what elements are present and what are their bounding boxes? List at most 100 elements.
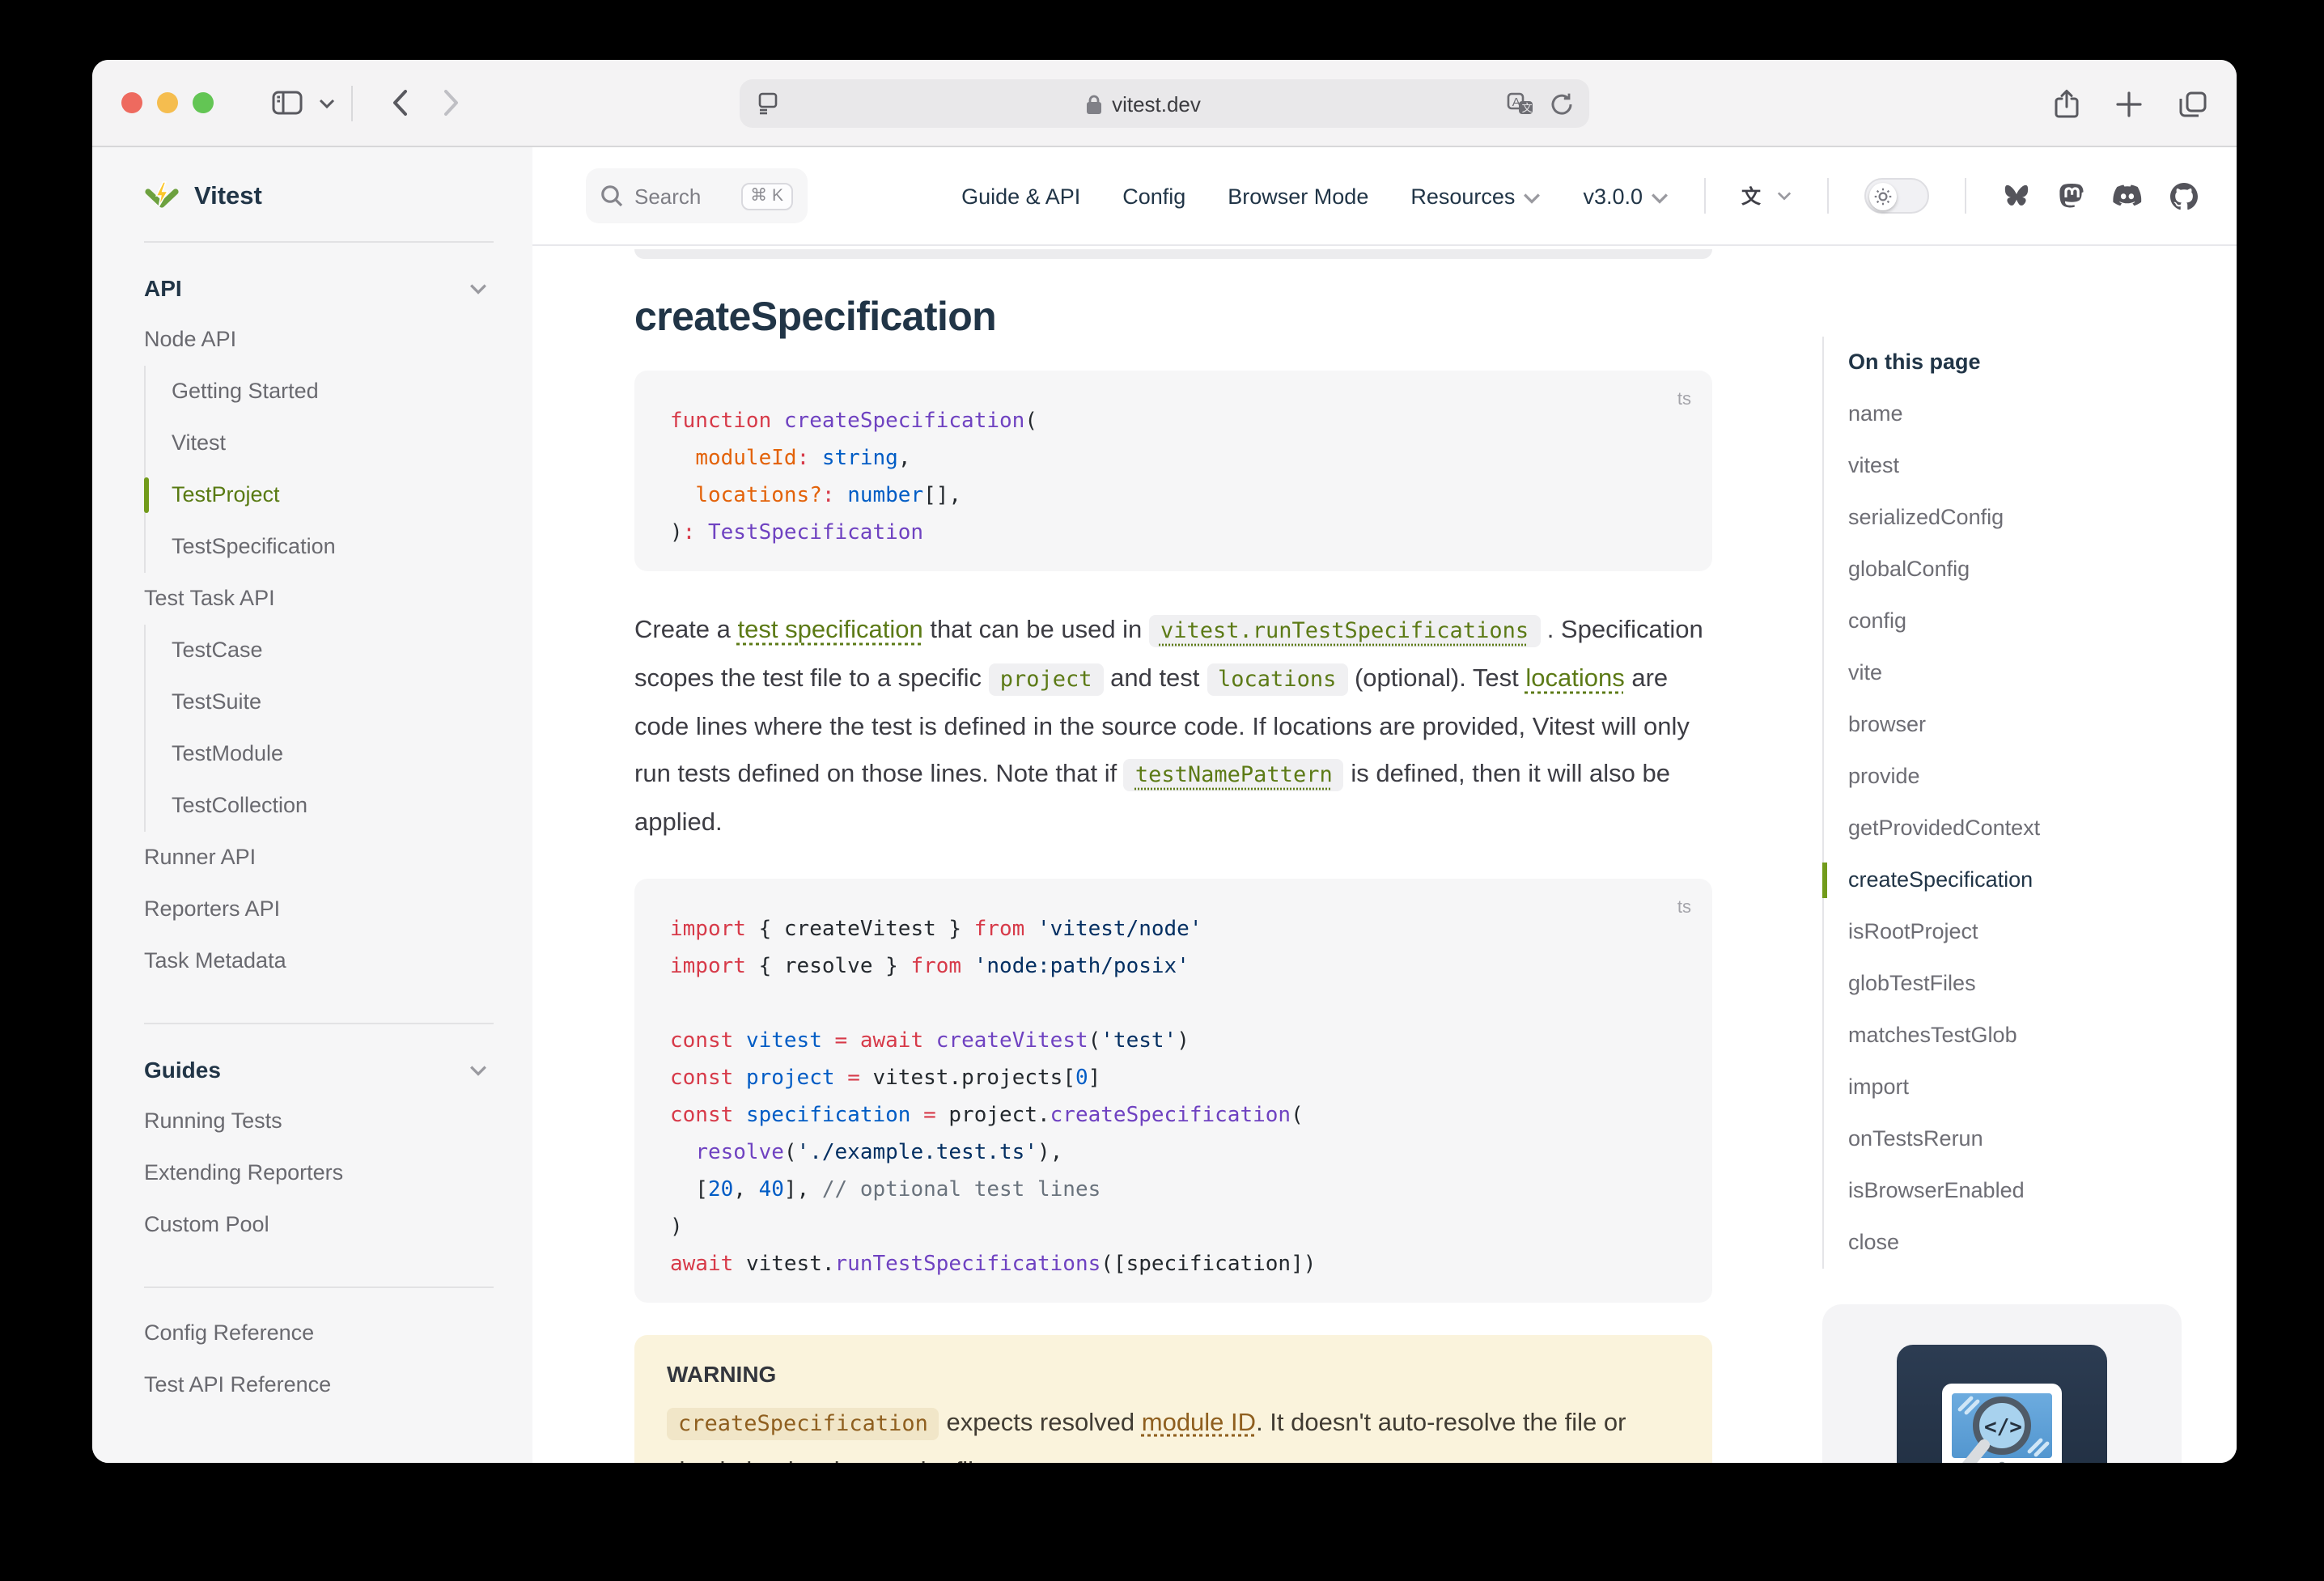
sidebar-item-test-api-reference[interactable]: Test API Reference bbox=[144, 1359, 494, 1411]
link-locations[interactable]: locations bbox=[1525, 665, 1624, 693]
sidebar-item-vitest[interactable]: Vitest bbox=[172, 418, 494, 469]
code-line: import { resolve } from 'node:path/posix… bbox=[670, 948, 1677, 985]
sidebar-item-running-tests[interactable]: Running Tests bbox=[144, 1096, 494, 1147]
sponsor-card[interactable]: </> bbox=[1822, 1304, 2182, 1463]
sidebar-section: API Node APIGetting StartedVitestTestProj… bbox=[144, 243, 494, 987]
sun-icon bbox=[1868, 182, 1896, 210]
toc-item-ontestsrerun[interactable]: onTestsRerun bbox=[1848, 1113, 2227, 1165]
search-shortcut-kbd: ⌘ K bbox=[740, 182, 793, 210]
nav-link-resources[interactable]: Resources bbox=[1410, 184, 1541, 208]
code-line: const project = vitest.projects[0] bbox=[670, 1060, 1677, 1097]
nav-link-v3-0-0[interactable]: v3.0.0 bbox=[1583, 184, 1669, 208]
sidebar-toggle-icon[interactable] bbox=[272, 91, 303, 115]
minimize-window-button[interactable] bbox=[157, 92, 178, 113]
toc-item-close[interactable]: close bbox=[1848, 1217, 2227, 1269]
nav-link-config[interactable]: Config bbox=[1122, 184, 1185, 208]
toc-item-isbrowserenabled[interactable]: isBrowserEnabled bbox=[1848, 1165, 2227, 1217]
toc-item-vite[interactable]: vite bbox=[1848, 647, 2227, 699]
code-block-example[interactable]: ts import { createVitest } from 'vitest/… bbox=[634, 879, 1712, 1303]
code-line: moduleId: string, bbox=[670, 440, 1677, 477]
chevron-down-icon bbox=[469, 1064, 487, 1075]
page-title: createSpecification bbox=[634, 295, 1712, 341]
tab-overview-icon[interactable] bbox=[2178, 90, 2207, 117]
code-block-signature[interactable]: ts function createSpecification( moduleI… bbox=[634, 371, 1712, 571]
close-window-button[interactable] bbox=[121, 92, 142, 113]
sidebar-section-header-guides[interactable]: Guides bbox=[144, 1044, 494, 1096]
translations-icon[interactable]: 文 bbox=[1741, 183, 1792, 209]
sidebar-item-testcase[interactable]: TestCase bbox=[172, 625, 494, 676]
code-lines: function createSpecification( moduleId: … bbox=[670, 403, 1677, 552]
toc-item-globtestfiles[interactable]: globTestFiles bbox=[1848, 958, 2227, 1010]
toc-item-browser[interactable]: browser bbox=[1848, 699, 2227, 751]
code-line: const specification = project.createSpec… bbox=[670, 1097, 1677, 1134]
new-tab-icon[interactable] bbox=[2115, 90, 2143, 117]
chevron-down-icon[interactable] bbox=[319, 98, 335, 108]
toc-item-matchestestglob[interactable]: matchesTestGlob bbox=[1848, 1010, 2227, 1062]
vitest-logo-icon bbox=[144, 180, 180, 215]
toc-item-createspecification[interactable]: createSpecification bbox=[1848, 854, 2227, 906]
refresh-icon[interactable] bbox=[1550, 91, 1573, 116]
code-link-vitest-runtestspecifications[interactable]: vitest.runTestSpecifications bbox=[1149, 617, 1540, 644]
browser-chrome: vitest.dev A 文 bbox=[92, 60, 2237, 147]
toc-item-getprovidedcontext[interactable]: getProvidedContext bbox=[1848, 803, 2227, 854]
toc-item-isrootproject[interactable]: isRootProject bbox=[1848, 906, 2227, 958]
discord-icon[interactable] bbox=[2112, 184, 2143, 208]
chevron-down-icon bbox=[1651, 190, 1669, 203]
code-line: locations?: number[], bbox=[670, 477, 1677, 515]
share-icon[interactable] bbox=[2054, 88, 2080, 119]
toc-item-vitest[interactable]: vitest bbox=[1848, 440, 2227, 492]
sidebar-item-custom-pool[interactable]: Custom Pool bbox=[144, 1199, 494, 1251]
toc-item-name[interactable]: name bbox=[1848, 388, 2227, 440]
sidebar-item-node-api[interactable]: Node API bbox=[144, 314, 494, 366]
social-links bbox=[2002, 182, 2198, 210]
sidebar-section-label: API bbox=[144, 275, 182, 301]
inline-code-locations: locations bbox=[1207, 663, 1347, 696]
code-line: import { createVitest } from 'vitest/nod… bbox=[670, 911, 1677, 948]
link-test-specification[interactable]: test specification bbox=[738, 617, 923, 644]
reader-view-icon[interactable] bbox=[756, 92, 780, 115]
toc-item-provide[interactable]: provide bbox=[1848, 751, 2227, 803]
nav-links: Guide & API Config Browser Mode Resources v3… bbox=[961, 184, 1669, 208]
sidebar-item-task-metadata[interactable]: Task Metadata bbox=[144, 935, 494, 987]
zoom-window-button[interactable] bbox=[193, 92, 214, 113]
toc-item-serializedconfig[interactable]: serializedConfig bbox=[1848, 492, 2227, 544]
forward-button[interactable] bbox=[443, 89, 460, 117]
code-line: ) bbox=[670, 1209, 1677, 1246]
warning-link-module-id[interactable]: module ID bbox=[1142, 1409, 1256, 1437]
translate-page-icon[interactable]: A 文 bbox=[1507, 91, 1534, 116]
sidebar-item-runner-api[interactable]: Runner API bbox=[144, 832, 494, 884]
theme-toggle[interactable] bbox=[1864, 178, 1929, 214]
sidebar-item-test-task-api[interactable]: Test Task API bbox=[144, 573, 494, 625]
sidebar-item-testspecification[interactable]: TestSpecification bbox=[172, 521, 494, 573]
site-logo[interactable]: Vitest bbox=[144, 176, 494, 218]
back-button[interactable] bbox=[392, 89, 408, 117]
nav-link-browser-mode[interactable]: Browser Mode bbox=[1228, 184, 1368, 208]
toc-item-config[interactable]: config bbox=[1848, 596, 2227, 647]
toc-item-import[interactable]: import bbox=[1848, 1062, 2227, 1113]
search-input[interactable]: Search ⌘ K bbox=[586, 168, 808, 223]
sidebar-item-testsuite[interactable]: TestSuite bbox=[172, 676, 494, 728]
svg-text:文: 文 bbox=[1741, 185, 1762, 208]
code-link-testnamepattern[interactable]: testNamePattern bbox=[1124, 761, 1344, 788]
warning-callout: WARNING createSpecification expects reso… bbox=[634, 1335, 1712, 1463]
nav-link-guide-api[interactable]: Guide & API bbox=[961, 184, 1080, 208]
toc-item-globalconfig[interactable]: globalConfig bbox=[1848, 544, 2227, 596]
search-label: Search bbox=[634, 184, 701, 208]
url-bar[interactable]: vitest.dev A 文 bbox=[740, 79, 1589, 128]
sidebar-item-extending-reporters[interactable]: Extending Reporters bbox=[144, 1147, 494, 1199]
sidebar-section-header-api[interactable]: API bbox=[144, 262, 494, 314]
chevron-down-icon bbox=[1523, 190, 1541, 203]
sidebar-subitems: Getting StartedVitestTestProjectTestSpec… bbox=[144, 366, 494, 573]
bluesky-icon[interactable] bbox=[2002, 183, 2031, 209]
on-this-page: On this page namevitestserializedConfigg… bbox=[1822, 337, 2227, 1269]
github-icon[interactable] bbox=[2170, 182, 2198, 210]
sidebar-item-testproject[interactable]: TestProject bbox=[172, 469, 494, 521]
sidebar-item-config-reference[interactable]: Config Reference bbox=[144, 1308, 494, 1359]
sidebar-item-reporters-api[interactable]: Reporters API bbox=[144, 884, 494, 935]
sidebar-item-testcollection[interactable]: TestCollection bbox=[172, 780, 494, 832]
mastodon-icon[interactable] bbox=[2059, 182, 2084, 210]
sidebar-nav: API Node APIGetting StartedVitestTestProj… bbox=[144, 243, 494, 1411]
nav-link-label: Guide & API bbox=[961, 184, 1080, 208]
sidebar-item-getting-started[interactable]: Getting Started bbox=[172, 366, 494, 418]
sidebar-item-testmodule[interactable]: TestModule bbox=[172, 728, 494, 780]
